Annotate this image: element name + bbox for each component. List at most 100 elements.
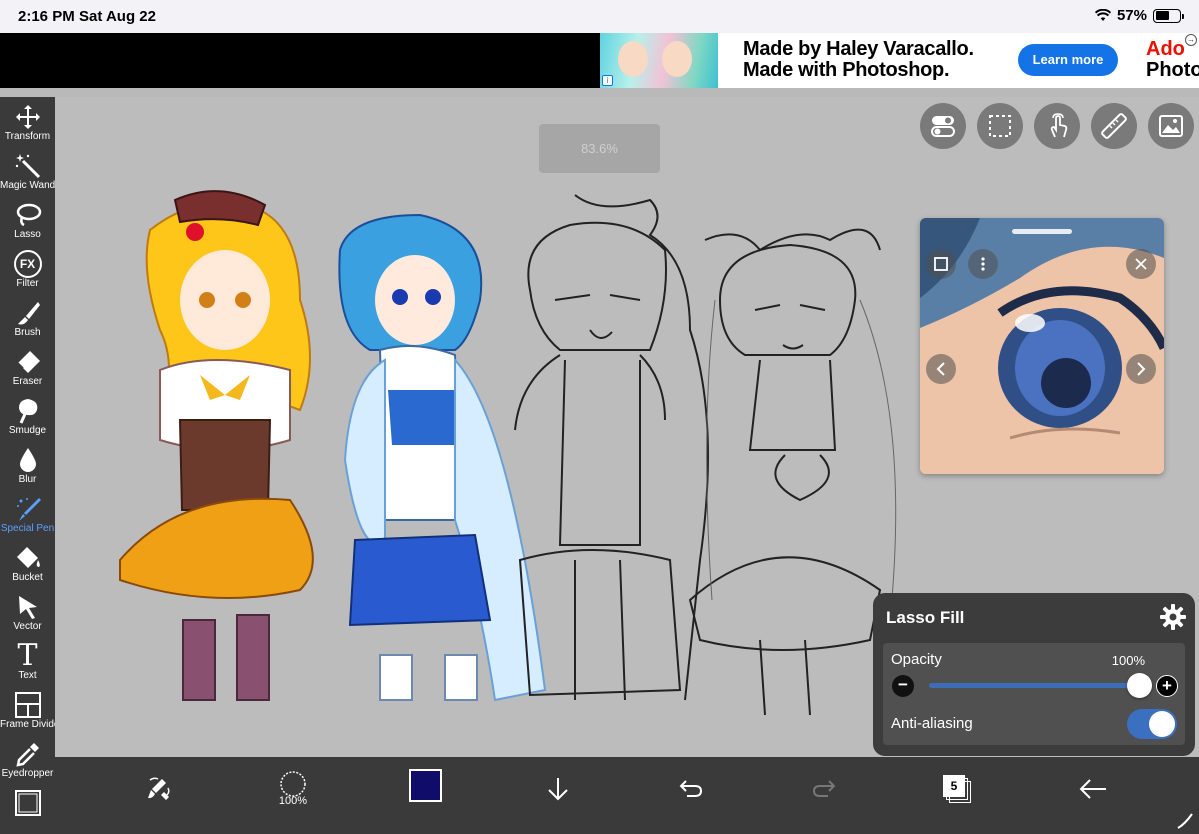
selection-icon — [989, 115, 1011, 137]
opacity-slider-thumb[interactable] — [1127, 673, 1152, 698]
reference-crop-button[interactable] — [926, 249, 956, 279]
tool-label: Lasso — [14, 229, 41, 240]
ad-info-icon[interactable]: i — [602, 75, 613, 86]
arrow-left-icon — [1079, 779, 1106, 799]
ad-banner[interactable]: i Made by Haley Varacallo. Made with Pho… — [600, 33, 1199, 88]
reference-drag-handle[interactable] — [1012, 229, 1072, 234]
tool-frame-divider[interactable]: Frame Divider — [0, 687, 63, 736]
gear-icon[interactable] — [1159, 603, 1187, 631]
battery-icon — [1153, 8, 1184, 23]
redo-icon — [812, 780, 836, 797]
fx-icon: FX — [13, 250, 42, 278]
tool-label: Blur — [18, 474, 37, 485]
ruler-button[interactable] — [1091, 103, 1137, 149]
artwork-character-blue — [338, 213, 547, 702]
artwork-character-yellow — [119, 190, 314, 701]
tool-vector[interactable]: Vector — [0, 589, 55, 638]
back-button[interactable] — [1071, 767, 1115, 811]
opacity-increase-button[interactable]: + — [1156, 675, 1178, 697]
more-vertical-icon — [981, 257, 985, 271]
layer-down-button[interactable] — [536, 767, 580, 811]
opacity-value: 100% — [1111, 653, 1145, 668]
chevron-left-icon — [936, 362, 945, 376]
tool-blur[interactable]: Blur — [0, 442, 55, 491]
tool-eraser[interactable]: Eraser — [0, 344, 55, 393]
ad-image-face — [618, 41, 648, 77]
toggle-settings-icon — [931, 116, 955, 137]
bottom-toolbar: 100% 5 — [55, 757, 1199, 834]
tool-eyedropper[interactable]: Eyedropper — [0, 736, 55, 785]
tool-smudge[interactable]: Smudge — [0, 393, 55, 442]
layers-front-sheet: 5 — [943, 775, 965, 797]
tool-filter[interactable]: FX Filter — [0, 246, 55, 295]
redo-button[interactable] — [802, 767, 846, 811]
bucket-icon — [16, 547, 40, 568]
ad-headline[interactable]: Made by Haley Varacallo. Made with Photo… — [743, 39, 1013, 81]
tool-bucket[interactable]: Bucket — [0, 540, 55, 589]
ad-learn-more-button[interactable]: Learn more — [1018, 44, 1118, 76]
tool-lasso[interactable]: Lasso — [0, 197, 55, 246]
pencil-indicator-icon — [1177, 813, 1193, 829]
tool-brush[interactable]: Brush — [0, 295, 55, 344]
reference-close-button[interactable] — [1126, 249, 1156, 279]
special-pen-icon — [16, 498, 41, 521]
lasso-icon — [16, 203, 41, 227]
opacity-slider[interactable] — [929, 683, 1143, 688]
magic-wand-icon — [15, 154, 40, 179]
tool-label: Smudge — [8, 425, 47, 436]
battery-fill — [1155, 11, 1169, 20]
opacity-label: Opacity — [891, 651, 942, 668]
tool-special-pen[interactable]: Special Pen — [0, 491, 55, 540]
brush-eraser-swap-icon — [148, 777, 170, 800]
anti-aliasing-toggle[interactable] — [1127, 709, 1177, 739]
undo-button[interactable] — [669, 767, 713, 811]
artwork-character-sketch-2 — [688, 228, 897, 716]
tool-label: Vector — [13, 621, 42, 632]
lasso-fill-panel: Lasso Fill Opacity 100% − + Anti-aliasin… — [873, 593, 1195, 756]
layers-icon: 5 — [943, 775, 971, 803]
eraser-icon — [16, 351, 40, 373]
quick-menu-button[interactable] — [137, 767, 181, 811]
toggle-settings-button[interactable] — [920, 103, 966, 149]
brush-size-button[interactable]: 100% — [271, 767, 315, 811]
color-swatch[interactable] — [409, 769, 442, 802]
layers-count: 5 — [950, 779, 958, 793]
smudge-icon — [18, 399, 37, 424]
touch-button[interactable] — [1034, 103, 1080, 149]
ad-choices-icon[interactable]: → — [1185, 34, 1197, 46]
brush-size-value: 100% — [278, 795, 308, 807]
wifi-icon — [1094, 9, 1111, 21]
tool-label: Frame Divider — [0, 719, 63, 730]
tool-label: Special Pen — [0, 523, 55, 534]
tool-canvas[interactable] — [0, 785, 55, 834]
close-icon — [1135, 258, 1147, 270]
selection-button[interactable] — [977, 103, 1023, 149]
frame-divider-icon — [14, 692, 41, 718]
tool-text[interactable]: T Text — [0, 638, 55, 687]
undo-icon — [679, 780, 703, 797]
ad-image[interactable]: i — [600, 33, 718, 88]
tool-label: Transform — [4, 131, 51, 142]
reference-more-button[interactable] — [968, 249, 998, 279]
panel-settings: Opacity 100% − + Anti-aliasing — [883, 643, 1185, 745]
opacity-decrease-button[interactable]: − — [892, 675, 914, 697]
move-arrows-icon — [15, 105, 40, 129]
toggle-knob — [1149, 711, 1175, 737]
reference-next-button[interactable] — [1126, 354, 1156, 384]
blur-drop-icon — [19, 448, 36, 472]
tool-transform[interactable]: Transform — [0, 99, 55, 148]
chevron-right-icon — [1137, 362, 1146, 376]
status-date: Sat Aug 22 — [79, 8, 156, 25]
artwork-character-sketch-1 — [514, 194, 709, 701]
tool-magic-wand[interactable]: Magic Wand — [0, 148, 55, 197]
reference-prev-button[interactable] — [926, 354, 956, 384]
tool-label: Eyedropper — [1, 768, 54, 779]
layers-button[interactable]: 5 — [935, 767, 979, 811]
vector-cursor-icon — [18, 596, 37, 619]
reference-image-icon — [1159, 115, 1183, 137]
touch-icon — [1050, 113, 1068, 138]
tool-label: Filter — [16, 278, 39, 289]
left-toolbar: Transform Magic Wand Lasso FX Filter Bru… — [0, 97, 63, 834]
tool-label: Brush — [14, 327, 41, 338]
reference-window-button[interactable] — [1148, 103, 1194, 149]
